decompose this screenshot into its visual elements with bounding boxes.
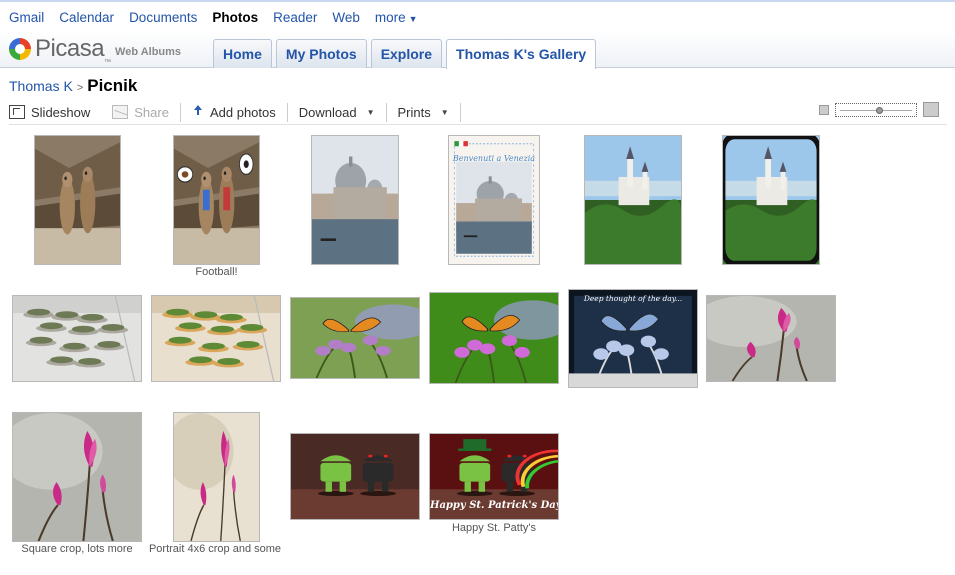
photo-thumbnail-venice[interactable] [311,135,399,265]
gbar-more-label: more [374,9,406,25]
photo-thumbnail-meerkats-football[interactable] [173,135,260,265]
download-label: Download [298,104,357,120]
prints-label: Prints [397,104,431,120]
large-thumb-icon[interactable] [923,102,939,117]
tab-explore[interactable]: Explore [370,39,443,68]
photo-thumbnail-stone-planters[interactable] [12,295,142,382]
prints-dropdown[interactable]: Prints ▼ [397,102,461,122]
photo-thumbnail-stone-planters-warm[interactable] [151,295,281,382]
chevron-down-icon: ▼ [366,107,375,117]
breadcrumb: Thomas K > Picnik [9,76,137,96]
gbar-link-calendar[interactable]: Calendar [59,10,114,25]
photo-overlay-text: Happy St. Patrick's Day! [430,500,558,511]
main-tabs: Home My Photos Explore Thomas K's Galler… [213,39,600,69]
share-button[interactable]: Share [112,102,181,122]
share-label: Share [134,104,169,120]
slider-handle[interactable] [875,106,883,114]
photo-image [723,136,819,264]
photo-overlay-text: Benvenuti a Venezia [452,154,536,163]
photo-thumbnail-magnolia[interactable] [706,295,836,382]
photo-thumbnail-magnolia-portrait[interactable] [173,412,260,542]
photo-thumbnail-castle-vignette[interactable] [722,135,820,265]
gbar-link-web[interactable]: Web [332,10,360,25]
photo-grid: Football! Benvenuti a Venezia Deep thoug… [0,0,955,575]
logo-subtitle: Web Albums [115,46,182,58]
slideshow-label: Slideshow [31,104,91,120]
photo-overlay-text: Deep thought of the day... [583,294,683,303]
slideshow-button[interactable]: Slideshow [9,103,101,122]
thumbnail-size-control [819,102,939,117]
photo-thumbnail-venice-postcard[interactable]: Benvenuti a Venezia [448,135,540,265]
photo-thumbnail-magnolia-square[interactable] [12,412,142,542]
gbar-link-more[interactable]: more ▼ [375,10,418,25]
album-title: Picnik [87,76,138,95]
photo-image [174,413,259,541]
envelope-icon [112,105,129,119]
picasa-header: Picasa ™ Web Albums Home My Photos Explo… [0,32,955,69]
album-toolbar: Slideshow Share Add photos Download ▼ Pr… [9,100,947,125]
chevron-down-icon: ▼ [408,13,418,24]
download-dropdown[interactable]: Download ▼ [298,102,387,122]
photo-image [174,136,259,264]
photo-thumbnail-castle[interactable] [584,135,682,265]
google-bar: Gmail Calendar Documents Photos Reader W… [0,0,955,32]
breadcrumb-owner-link[interactable]: Thomas K [9,78,73,94]
photo-image [430,293,558,383]
photo-caption: Happy St. Patty's [451,522,537,534]
photo-thumbnail-butterfly-dark[interactable]: Deep thought of the day... [568,289,698,388]
add-photos-button[interactable]: Add photos [192,102,288,122]
photo-image [312,136,398,264]
photo-image [35,136,120,264]
photo-image [13,413,141,541]
breadcrumb-separator: > [76,82,84,94]
add-photos-label: Add photos [209,104,276,120]
picasa-logo-icon [9,38,31,60]
chevron-down-icon: ▼ [440,107,449,117]
photo-thumbnail-androids-stpatty[interactable]: Happy St. Patrick's Day! [429,433,559,520]
logo-text: Picasa [35,35,105,62]
photo-thumbnail-butterfly[interactable] [290,297,420,379]
gbar-link-gmail[interactable]: Gmail [9,10,44,25]
upload-icon [192,105,204,119]
photo-image [13,296,141,381]
photo-thumbnail-butterfly-vivid[interactable] [429,292,559,384]
photo-image [291,298,419,378]
logo-trademark: ™ [104,59,112,66]
tab-gallery[interactable]: Thomas K's Gallery [446,39,597,69]
gbar-link-photos[interactable]: Photos [212,10,258,25]
photo-thumbnail-androids[interactable] [290,433,420,520]
photo-caption: Portrait 4x6 crop and some [148,543,282,555]
photo-image [707,296,835,381]
gbar-link-documents[interactable]: Documents [129,10,197,25]
tab-my-photos[interactable]: My Photos [275,39,367,68]
photo-caption: Football! [195,266,238,278]
photo-image [152,296,280,381]
photo-caption: Square crop, lots more [21,543,133,555]
tab-home[interactable]: Home [213,39,272,68]
fullscreen-icon [9,105,25,119]
thumbnail-size-slider[interactable] [835,102,917,117]
photo-image [291,434,419,519]
photo-thumbnail-meerkats[interactable] [34,135,121,265]
photo-image [585,136,681,264]
small-thumb-icon[interactable] [819,104,829,115]
gbar-link-reader[interactable]: Reader [273,10,317,25]
photo-image [569,290,697,387]
picasa-logo[interactable]: Picasa ™ Web Albums [9,35,182,66]
